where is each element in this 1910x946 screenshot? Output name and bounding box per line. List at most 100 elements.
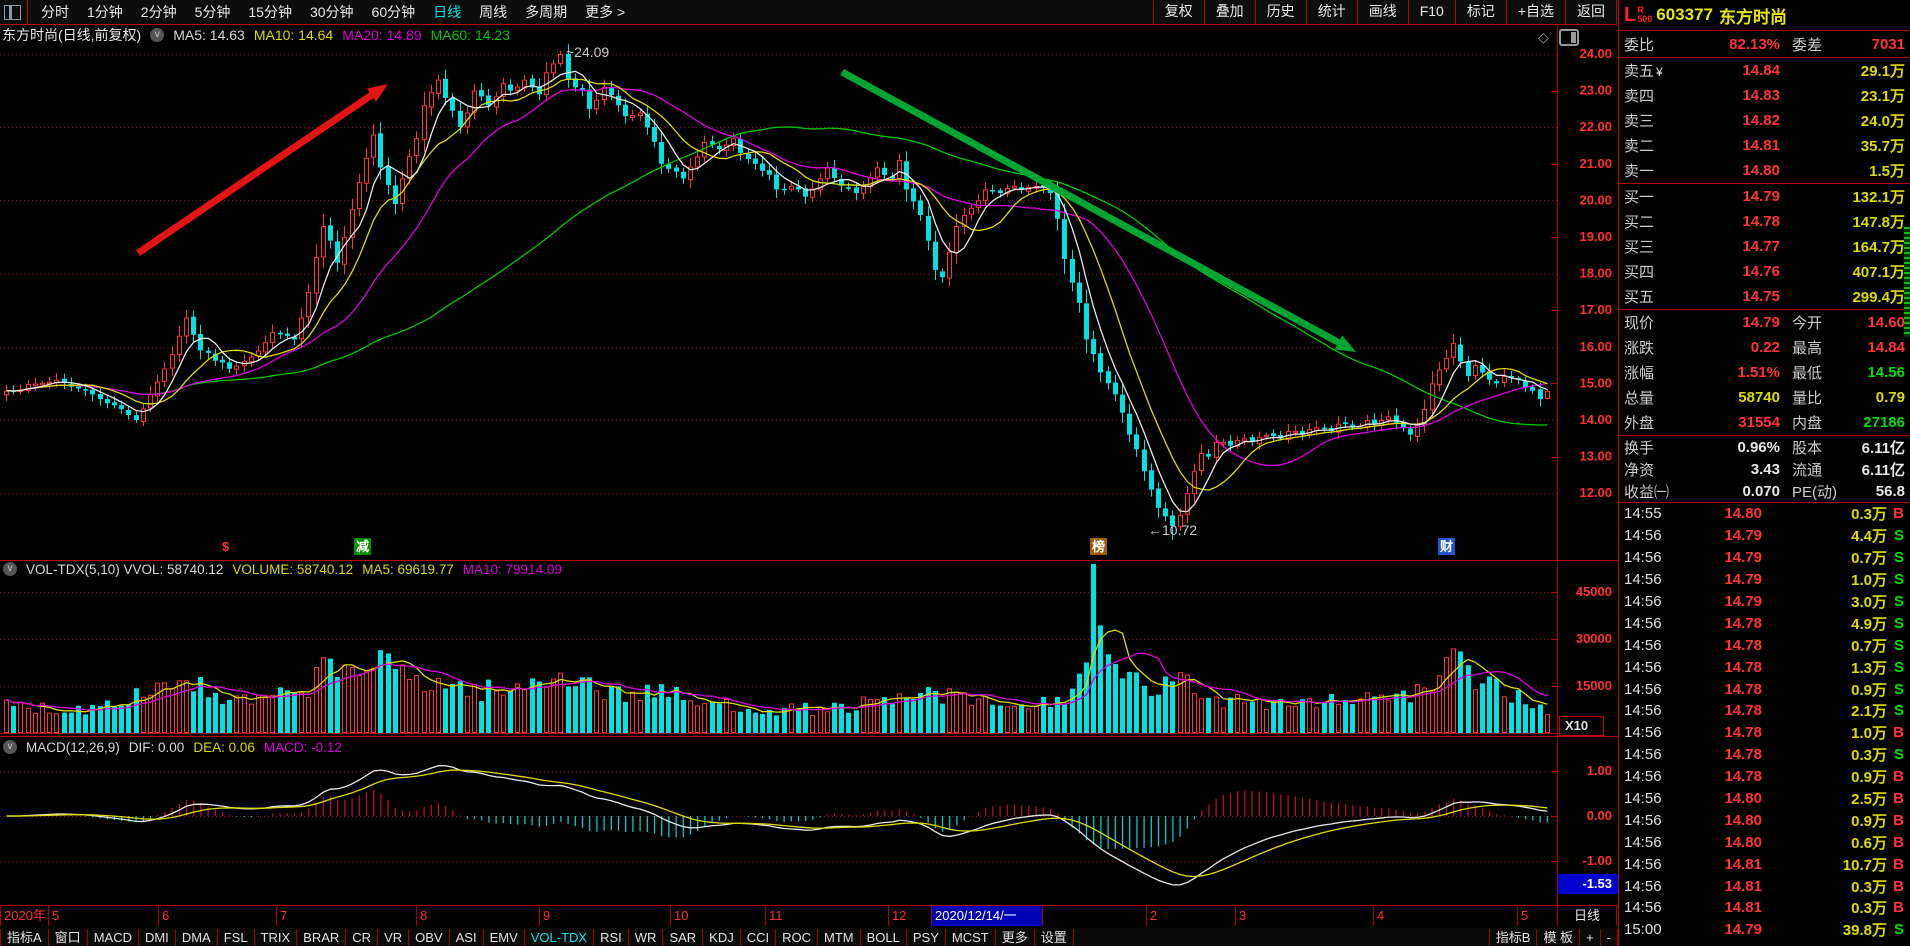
indicator-tab-asi[interactable]: ASI (450, 928, 484, 946)
indicator-tab-roc[interactable]: ROC (776, 928, 819, 946)
indicator-tab--[interactable]: 窗口 (49, 928, 88, 946)
trade-time: 14:56 (1624, 899, 1662, 917)
trade-side: B (1893, 811, 1904, 829)
indicator-tab-boll[interactable]: BOLL (861, 928, 907, 946)
tick-trade-list: 14:55 14.80 0.3万 B 14:56 14.79 4.4万 S 14:56 14.79… (1619, 503, 1910, 942)
trade-side: B (1893, 877, 1904, 895)
buy-row-5-volume: 299.4万 (1852, 289, 1905, 306)
trade-price: 14.80 (1724, 790, 1762, 808)
sell-row-1-price: 14.80 (1742, 162, 1780, 179)
trade-time: 14:56 (1624, 702, 1662, 720)
buy-row-5-label: 买五 (1624, 289, 1655, 306)
sell-row-4-label: 卖四 (1624, 88, 1655, 105)
indicator-tab-vr[interactable]: VR (378, 928, 410, 946)
sell-row-2-volume: 35.7万 (1860, 138, 1905, 155)
trade-row-3: 14:56 14.79 1.0万 S (1619, 569, 1910, 591)
date-cell-1: 5 (48, 906, 158, 926)
trade-price: 14.79 (1724, 921, 1762, 939)
trade-side: B (1893, 768, 1904, 786)
tab-right-1[interactable]: 模 板 (1537, 928, 1581, 946)
indicator-tab--a[interactable]: 指标A (0, 928, 49, 946)
indicator-tab-trix[interactable]: TRIX (255, 928, 298, 946)
trade-row-9: 14:56 14.78 2.1万 S (1619, 700, 1910, 722)
indicator-tab-cci[interactable]: CCI (741, 928, 777, 946)
diamond-icon[interactable]: ◇ (1538, 29, 1549, 46)
indicator-tab-obv[interactable]: OBV (409, 928, 450, 946)
info-label: 量比 (1792, 390, 1823, 407)
trade-volume: 1.0万 (1851, 572, 1887, 590)
indicator-tab--[interactable]: 更多 (996, 928, 1035, 946)
buy-row-4-volume: 407.1万 (1852, 264, 1905, 281)
trade-price: 14.80 (1724, 833, 1762, 851)
indicator-tab-sar[interactable]: SAR (663, 928, 704, 946)
vol-label-3: MA10: 79914.09 (462, 561, 562, 577)
trade-volume: 0.7万 (1851, 637, 1887, 655)
fin-value: 0.070 (1742, 482, 1780, 500)
macd-label-3: MACD: -0.12 (263, 739, 342, 755)
split-window-icon[interactable] (1558, 29, 1579, 46)
indicator-tab-mcst[interactable]: MCST (946, 928, 996, 946)
buy-row-1-label: 买一 (1624, 189, 1655, 206)
indicator-tab-kdj[interactable]: KDJ (703, 928, 741, 946)
indicator-tab-vol-tdx[interactable]: VOL-TDX (525, 928, 595, 946)
trade-price: 14.78 (1724, 636, 1762, 654)
trade-list-scrollbar[interactable] (1904, 227, 1910, 337)
info-label: 总量 (1624, 390, 1655, 407)
buy-row-1-price: 14.79 (1742, 188, 1780, 205)
sell-row-5-label: 卖五 ¥ (1624, 63, 1663, 80)
bang-marker[interactable]: 榜 (1090, 538, 1108, 555)
indicator-tab--[interactable]: 设置 (1035, 928, 1074, 946)
ma-label-1: MA10: 14.64 (253, 26, 334, 43)
info-value: 14.60 (1867, 314, 1905, 331)
trade-price: 14.80 (1724, 505, 1762, 523)
info-row-2: 涨幅 1.51% 最低 14.56 (1619, 360, 1910, 385)
trade-volume: 0.7万 (1851, 550, 1887, 568)
buy-row-2-label: 买二 (1624, 214, 1655, 231)
trade-price: 14.79 (1724, 593, 1762, 610)
info-value: 27186 (1863, 414, 1905, 431)
trade-time: 15:00 (1624, 921, 1662, 939)
collapse-chevron-icon[interactable]: v (3, 562, 17, 576)
stock-header: L R 500 603377 东方时尚 (1619, 0, 1910, 31)
collapse-chevron-icon[interactable]: v (150, 27, 165, 42)
tab-right-0[interactable]: 指标B (1488, 928, 1538, 946)
indicator-tab-dma[interactable]: DMA (176, 928, 218, 946)
trade-volume: 0.3万 (1851, 878, 1887, 896)
fin-value: 56.8 (1875, 482, 1905, 500)
trade-volume: 0.9万 (1851, 812, 1887, 830)
fin-value: 6.11亿 (1861, 439, 1905, 457)
date-axis: 2020年 5 6 7 8 9 10 11 12 2020/12/14/一 2 3 4 5 日线 (0, 905, 1618, 929)
trade-time: 14:56 (1624, 790, 1662, 808)
indicator-tab-brar[interactable]: BRAR (297, 928, 347, 946)
indicator-tab-rsi[interactable]: RSI (594, 928, 629, 946)
tab-right-2[interactable]: + (1580, 928, 1601, 946)
collapse-chevron-icon[interactable]: v (3, 740, 17, 754)
fin-label: 股本 (1792, 439, 1823, 457)
vol-label-1: VOLUME: 58740.12 (232, 561, 354, 577)
indicator-tab-psy[interactable]: PSY (907, 928, 946, 946)
indicator-tab-cr[interactable]: CR (346, 928, 379, 946)
fin-value: 3.43 (1750, 460, 1780, 478)
jian-marker[interactable]: 减 (354, 538, 372, 555)
indicator-tab-macd[interactable]: MACD (88, 928, 139, 946)
trade-time: 14:56 (1624, 571, 1662, 589)
indicator-tab-emv[interactable]: EMV (484, 928, 525, 946)
cai-marker[interactable]: 财 (1438, 538, 1456, 555)
sell-row-4: 卖四 14.83 23.1万 (1619, 83, 1910, 108)
indicator-tab-fsl[interactable]: FSL (218, 928, 255, 946)
trade-price: 14.79 (1724, 571, 1762, 589)
info-value: 0.22 (1750, 339, 1780, 356)
trade-row-15: 14:56 14.80 0.6万 B (1619, 831, 1910, 853)
buy-row-3-price: 14.77 (1742, 238, 1780, 255)
trade-price: 14.81 (1724, 855, 1762, 873)
trade-volume: 4.4万 (1851, 528, 1887, 546)
indicator-tab-wr[interactable]: WR (629, 928, 664, 946)
buy-row-3-volume: 164.7万 (1852, 239, 1905, 256)
trade-price: 14.81 (1724, 899, 1762, 917)
trade-time: 14:56 (1624, 658, 1662, 676)
indicator-tab-dmi[interactable]: DMI (139, 928, 176, 946)
trade-time: 14:56 (1624, 636, 1662, 654)
indicator-tab-mtm[interactable]: MTM (818, 928, 861, 946)
sell-row-2: 卖二 14.81 35.7万 (1619, 133, 1910, 158)
tab-right-3[interactable]: - (1601, 928, 1618, 946)
